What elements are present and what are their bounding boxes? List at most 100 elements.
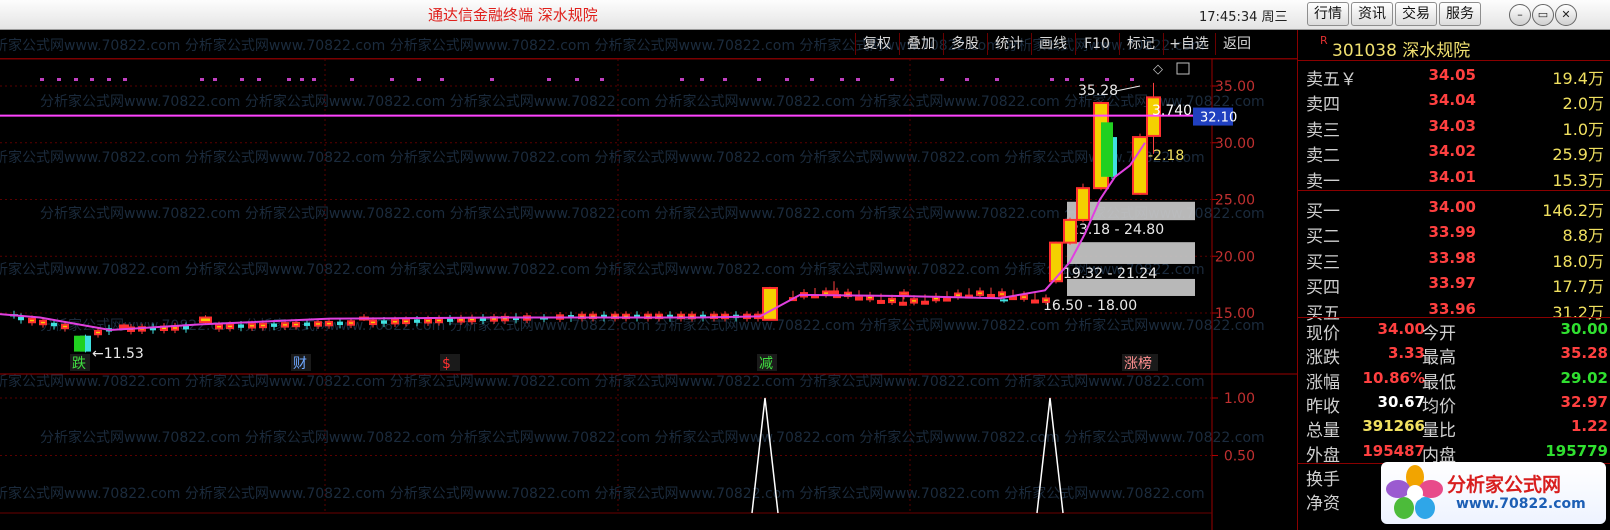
book-divider — [1298, 190, 1610, 191]
event-marker: 跌 — [72, 356, 86, 372]
nav-button-trade[interactable]: 交易 — [1395, 2, 1437, 26]
candle-up — [292, 321, 300, 328]
candle-up — [61, 323, 69, 330]
rise-label: 3.740 — [1152, 103, 1192, 119]
tool-statistics[interactable]: 统计 — [987, 33, 1030, 55]
signal-dot — [965, 78, 969, 81]
quote-label: 今开 — [1422, 324, 1456, 344]
signal-dot — [940, 78, 944, 81]
signal-dot — [300, 78, 304, 81]
candle-down — [238, 324, 244, 328]
low-label: ←11.53 — [92, 346, 144, 362]
tool-adjust-rights[interactable]: 复权 — [855, 33, 898, 55]
signal-dot — [1080, 78, 1084, 81]
book-price: 34.05 — [1428, 66, 1476, 84]
nav-button-quotes[interactable]: 行情 — [1307, 2, 1349, 26]
y-tick-label: 35.00 — [1215, 79, 1255, 95]
signal-dot — [547, 78, 551, 81]
signal-dot — [213, 78, 217, 81]
quote-value: 34.00 — [1377, 320, 1425, 338]
candle-up — [1063, 218, 1077, 244]
tool-mark[interactable]: 标记 — [1119, 33, 1162, 55]
book-price: 33.96 — [1428, 299, 1476, 318]
ask-row: 卖一 34.01 15.3万 — [1298, 165, 1610, 192]
candle-up — [1009, 296, 1017, 301]
candle-up — [1020, 294, 1028, 300]
bid-row: 买三 33.98 18.0万 — [1298, 246, 1610, 273]
tool-back[interactable]: 返回 — [1215, 33, 1258, 55]
signal-dot — [390, 78, 394, 81]
book-price: 34.03 — [1428, 116, 1476, 135]
price-zone — [1067, 242, 1195, 264]
site-logo: 分析家公式网 www.70822.com — [1381, 462, 1606, 524]
book-price: 33.98 — [1428, 248, 1476, 267]
restore-icon[interactable]: ▭ — [1532, 4, 1554, 26]
tool-f10[interactable]: F10 — [1075, 33, 1118, 55]
book-price: 34.04 — [1428, 91, 1476, 110]
candle-up — [94, 329, 102, 336]
candle-up — [391, 319, 399, 325]
ask-row: 卖五￥ 34.05 19.4万 — [1298, 63, 1610, 90]
logo-url: www.70822.com — [1456, 496, 1586, 512]
nav-button-service[interactable]: 服务 — [1439, 2, 1481, 26]
close-icon[interactable]: ✕ — [1555, 4, 1577, 26]
candle-up — [1076, 187, 1090, 221]
minimize-icon[interactable]: – — [1509, 4, 1531, 26]
candle-up — [314, 321, 322, 327]
signal-dot — [723, 78, 727, 81]
tool-multi-stock[interactable]: 多股 — [943, 33, 986, 55]
candle-up — [998, 291, 1006, 297]
candle-down — [1000, 299, 1008, 302]
book-label: 卖二 — [1306, 146, 1340, 167]
watermark-row: 分析家公式网www.70822.com 分析家公式网www.70822.com … — [0, 149, 1205, 166]
y-tick-label: 20.00 — [1215, 249, 1255, 265]
signal-dot — [700, 78, 704, 81]
quote-label: 涨幅 — [1306, 372, 1340, 393]
signal-dot — [840, 78, 844, 81]
candle-up — [259, 322, 267, 329]
book-volume: 15.3万 — [1552, 170, 1604, 190]
candle-up — [215, 324, 223, 330]
signal-dot — [1105, 78, 1109, 81]
quote-label: 现价 — [1306, 324, 1340, 344]
signal-dot — [600, 78, 604, 81]
quote-value: 30.67 — [1377, 392, 1425, 411]
book-volume: 146.2万 — [1542, 201, 1604, 220]
candle-up — [877, 299, 885, 304]
drop-label: -2.18 — [1148, 148, 1184, 164]
watermark-row: 分析家公式网www.70822.com 分析家公式网www.70822.com … — [0, 261, 1205, 278]
y-tick-label: 30.00 — [1215, 136, 1255, 152]
tool-add-favorite[interactable]: +自选 — [1163, 33, 1214, 55]
moving-average — [0, 142, 1146, 332]
quote-panel: R 301038 深水规院 卖五￥ 34.05 19.4万 卖四 34.04 2.0万 卖三… — [1297, 30, 1610, 530]
book-label: 卖三 — [1306, 120, 1340, 141]
candle-up — [39, 319, 47, 326]
quote-label: 最高 — [1422, 348, 1456, 369]
quote-value: 32.97 — [1560, 392, 1608, 411]
event-marker: 涨榜 — [1124, 355, 1152, 372]
nav-button-news[interactable]: 资讯 — [1351, 2, 1393, 26]
current-price-tag: 32.10 — [1200, 111, 1237, 126]
tool-draw-line[interactable]: 画线 — [1031, 33, 1074, 55]
signal-dot — [575, 78, 579, 81]
high-pointer — [1115, 85, 1141, 92]
panel-toggle-icon — [1176, 62, 1190, 75]
book-label: 买二 — [1306, 227, 1340, 248]
quote-value: 3.33 — [1387, 344, 1425, 363]
book-volume: 25.9万 — [1552, 145, 1604, 165]
signal-dot — [287, 78, 291, 81]
signal-dot — [1130, 78, 1134, 81]
flower-logo-icon — [1386, 465, 1443, 519]
ask-row: 卖三 34.03 1.0万 — [1298, 114, 1610, 141]
quote-value: 391266 — [1362, 417, 1425, 436]
book-price: 33.99 — [1428, 223, 1476, 242]
quote-label: 净资 — [1306, 494, 1340, 515]
tool-overlay[interactable]: 叠加 — [899, 33, 942, 55]
watermark-row: 分析家公式网www.70822.com 分析家公式网www.70822.com … — [0, 373, 1205, 390]
candle-down-green — [1101, 122, 1113, 177]
candle-up — [855, 296, 863, 301]
candle-up — [119, 324, 129, 329]
book-volume: 17.7万 — [1552, 277, 1604, 297]
watermark-row: 分析家公式网www.70822.com 分析家公式网www.70822.com … — [40, 317, 1265, 334]
signal-dot — [312, 78, 316, 81]
